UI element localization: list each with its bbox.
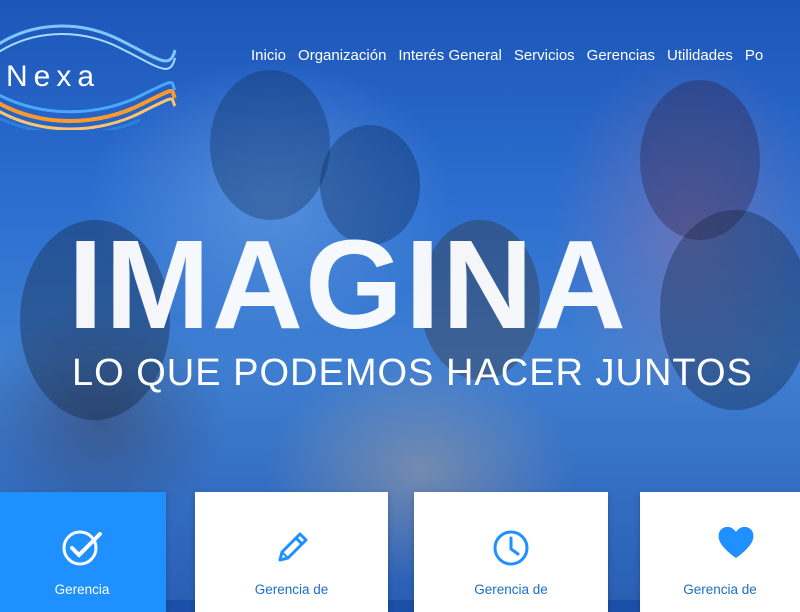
- clock-icon: [491, 528, 531, 573]
- nav-item-interes-general[interactable]: Interés General: [398, 47, 501, 64]
- nav-item-utilidades[interactable]: Utilidades: [667, 47, 733, 64]
- card-label: Gerencia de: [474, 582, 548, 597]
- hero-headline: IMAGINA: [68, 214, 628, 355]
- service-card-gerencia-4[interactable]: Gerencia de: [640, 492, 800, 612]
- nav-item-gerencias[interactable]: Gerencias: [587, 47, 655, 64]
- service-card-gerencia-2[interactable]: Gerencia de: [195, 492, 388, 612]
- brand-name: rNexa: [0, 60, 101, 93]
- photo-figure: [210, 70, 330, 220]
- nav-item-inicio[interactable]: Inicio: [251, 47, 286, 64]
- heart-icon: [716, 524, 756, 565]
- card-label: Gerencia de: [683, 582, 757, 597]
- card-label: Gerencia: [54, 582, 110, 597]
- main-nav: Inicio Organización Interés General Serv…: [251, 47, 763, 64]
- nav-item-organizacion[interactable]: Organización: [298, 47, 386, 64]
- check-circle-icon: [60, 528, 104, 573]
- nav-item-overflow[interactable]: Po: [745, 47, 763, 64]
- service-card-gerencia[interactable]: Gerencia: [0, 492, 166, 612]
- service-card-gerencia-3[interactable]: Gerencia de: [414, 492, 608, 612]
- brand-logo[interactable]: rNexa: [0, 10, 180, 136]
- hero-subline: LO QUE PODEMOS HACER JUNTOS: [72, 352, 753, 394]
- pencil-icon: [272, 528, 312, 573]
- nav-item-servicios[interactable]: Servicios: [514, 47, 575, 64]
- card-label: Gerencia de: [254, 582, 329, 597]
